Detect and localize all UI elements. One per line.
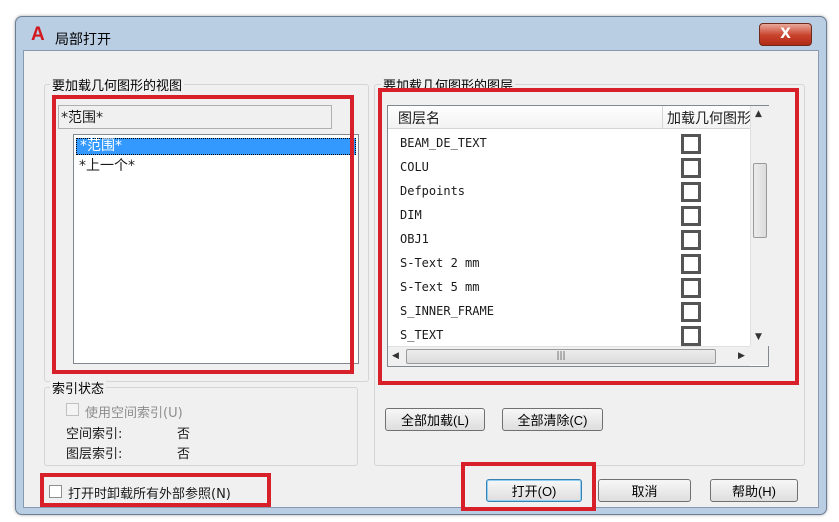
horizontal-scroll-thumb[interactable]: ||| xyxy=(406,349,716,364)
horizontal-scrollbar[interactable]: ◀ ||| ▶ xyxy=(388,346,750,366)
layer-row[interactable]: S-Text 5 mm xyxy=(388,276,750,300)
scroll-left-arrow[interactable]: ◀ xyxy=(392,351,399,361)
view-item-extents[interactable]: *范围* xyxy=(76,138,356,155)
load-all-button[interactable]: 全部加载(L) xyxy=(385,408,485,431)
views-group-label: 要加载几何图形的视图 xyxy=(50,75,185,94)
load-geometry-checkbox[interactable] xyxy=(681,134,701,154)
layer-row[interactable]: OBJ1 xyxy=(388,228,750,252)
spatial-index-label: 空间索引: xyxy=(66,427,123,442)
column-separator xyxy=(662,106,663,128)
close-button[interactable]: X xyxy=(759,23,812,46)
title-bar[interactable]: A 局部打开 X xyxy=(16,17,826,51)
load-geometry-checkbox[interactable] xyxy=(681,254,701,274)
layer-list-header: 图层名 加载几何图形 xyxy=(388,106,751,129)
load-geometry-checkbox[interactable] xyxy=(681,158,701,178)
vertical-scroll-thumb[interactable] xyxy=(753,163,767,238)
autocad-icon: A xyxy=(31,24,45,45)
view-combo[interactable]: *范围* xyxy=(58,105,332,129)
load-geometry-checkbox[interactable] xyxy=(681,182,701,202)
load-geometry-checkbox[interactable] xyxy=(681,302,701,322)
layer-name: COLU xyxy=(400,160,429,174)
unload-xrefs-label: 打开时卸载所有外部参照(N) xyxy=(68,487,231,502)
layer-index-label: 图层索引: xyxy=(66,447,123,462)
layer-row[interactable]: S_INNER_FRAME xyxy=(388,300,750,324)
layer-name: S-Text 5 mm xyxy=(400,280,480,294)
scroll-corner xyxy=(750,346,768,365)
layer-name: S_INNER_FRAME xyxy=(400,304,494,318)
layer-name: OBJ1 xyxy=(400,232,429,246)
unload-xrefs-checkbox[interactable] xyxy=(49,485,62,498)
layer-row[interactable]: BEAM_DE_TEXT xyxy=(388,132,750,156)
clear-all-button[interactable]: 全部清除(C) xyxy=(502,408,603,431)
view-item-previous[interactable]: *上一个* xyxy=(76,158,356,175)
use-spatial-index-label: 使用空间索引(U) xyxy=(85,406,183,421)
load-geometry-checkbox[interactable] xyxy=(681,278,701,298)
open-button[interactable]: 打开(O) xyxy=(486,479,582,502)
column-layer-name[interactable]: 图层名 xyxy=(398,108,440,128)
use-spatial-index-checkbox[interactable] xyxy=(66,403,79,416)
scroll-up-arrow[interactable]: ▲ xyxy=(755,109,762,119)
load-geometry-checkbox[interactable] xyxy=(681,326,701,346)
view-listbox[interactable]: *范围* *上一个* xyxy=(73,134,359,364)
layer-row[interactable]: S-Text 2 mm xyxy=(388,252,750,276)
column-load-geometry[interactable]: 加载几何图形 xyxy=(667,108,751,128)
layer-row[interactable]: DIM xyxy=(388,204,750,228)
layer-name: S-Text 2 mm xyxy=(400,256,480,270)
spatial-index-value: 否 xyxy=(177,427,191,442)
layer-name: Defpoints xyxy=(400,184,466,198)
layer-name: S_TEXT xyxy=(400,328,444,342)
cancel-button[interactable]: 取消 xyxy=(598,479,691,502)
scroll-down-arrow[interactable]: ▼ xyxy=(755,332,762,342)
layers-group-label: 要加载几何图形的图层 xyxy=(381,75,516,94)
layer-index-value: 否 xyxy=(177,447,191,462)
window-title: 局部打开 xyxy=(55,32,111,48)
vertical-scrollbar[interactable]: ▲ ▼ xyxy=(750,106,769,346)
scroll-right-arrow[interactable]: ▶ xyxy=(738,351,745,361)
layer-row[interactable]: COLU xyxy=(388,156,750,180)
layer-row[interactable]: Defpoints xyxy=(388,180,750,204)
layer-name: DIM xyxy=(400,208,422,222)
layer-listview[interactable]: 图层名 加载几何图形 BEAM_DE_TEXT COLU Defpoints DIM O… xyxy=(387,105,769,367)
partial-open-dialog: A 局部打开 X 要加载几何图形的视图 *范围* *范围* *上一个* 要加载几… xyxy=(15,16,827,515)
help-button[interactable]: 帮助(H) xyxy=(710,479,798,502)
dialog-body: 要加载几何图形的视图 *范围* *范围* *上一个* 要加载几何图形的图层 图层… xyxy=(23,50,819,511)
load-geometry-checkbox[interactable] xyxy=(681,230,701,250)
load-geometry-checkbox[interactable] xyxy=(681,206,701,226)
index-status-label: 索引状态 xyxy=(50,378,107,397)
layer-row[interactable]: S_TEXT xyxy=(388,324,750,348)
layer-name: BEAM_DE_TEXT xyxy=(400,136,487,150)
